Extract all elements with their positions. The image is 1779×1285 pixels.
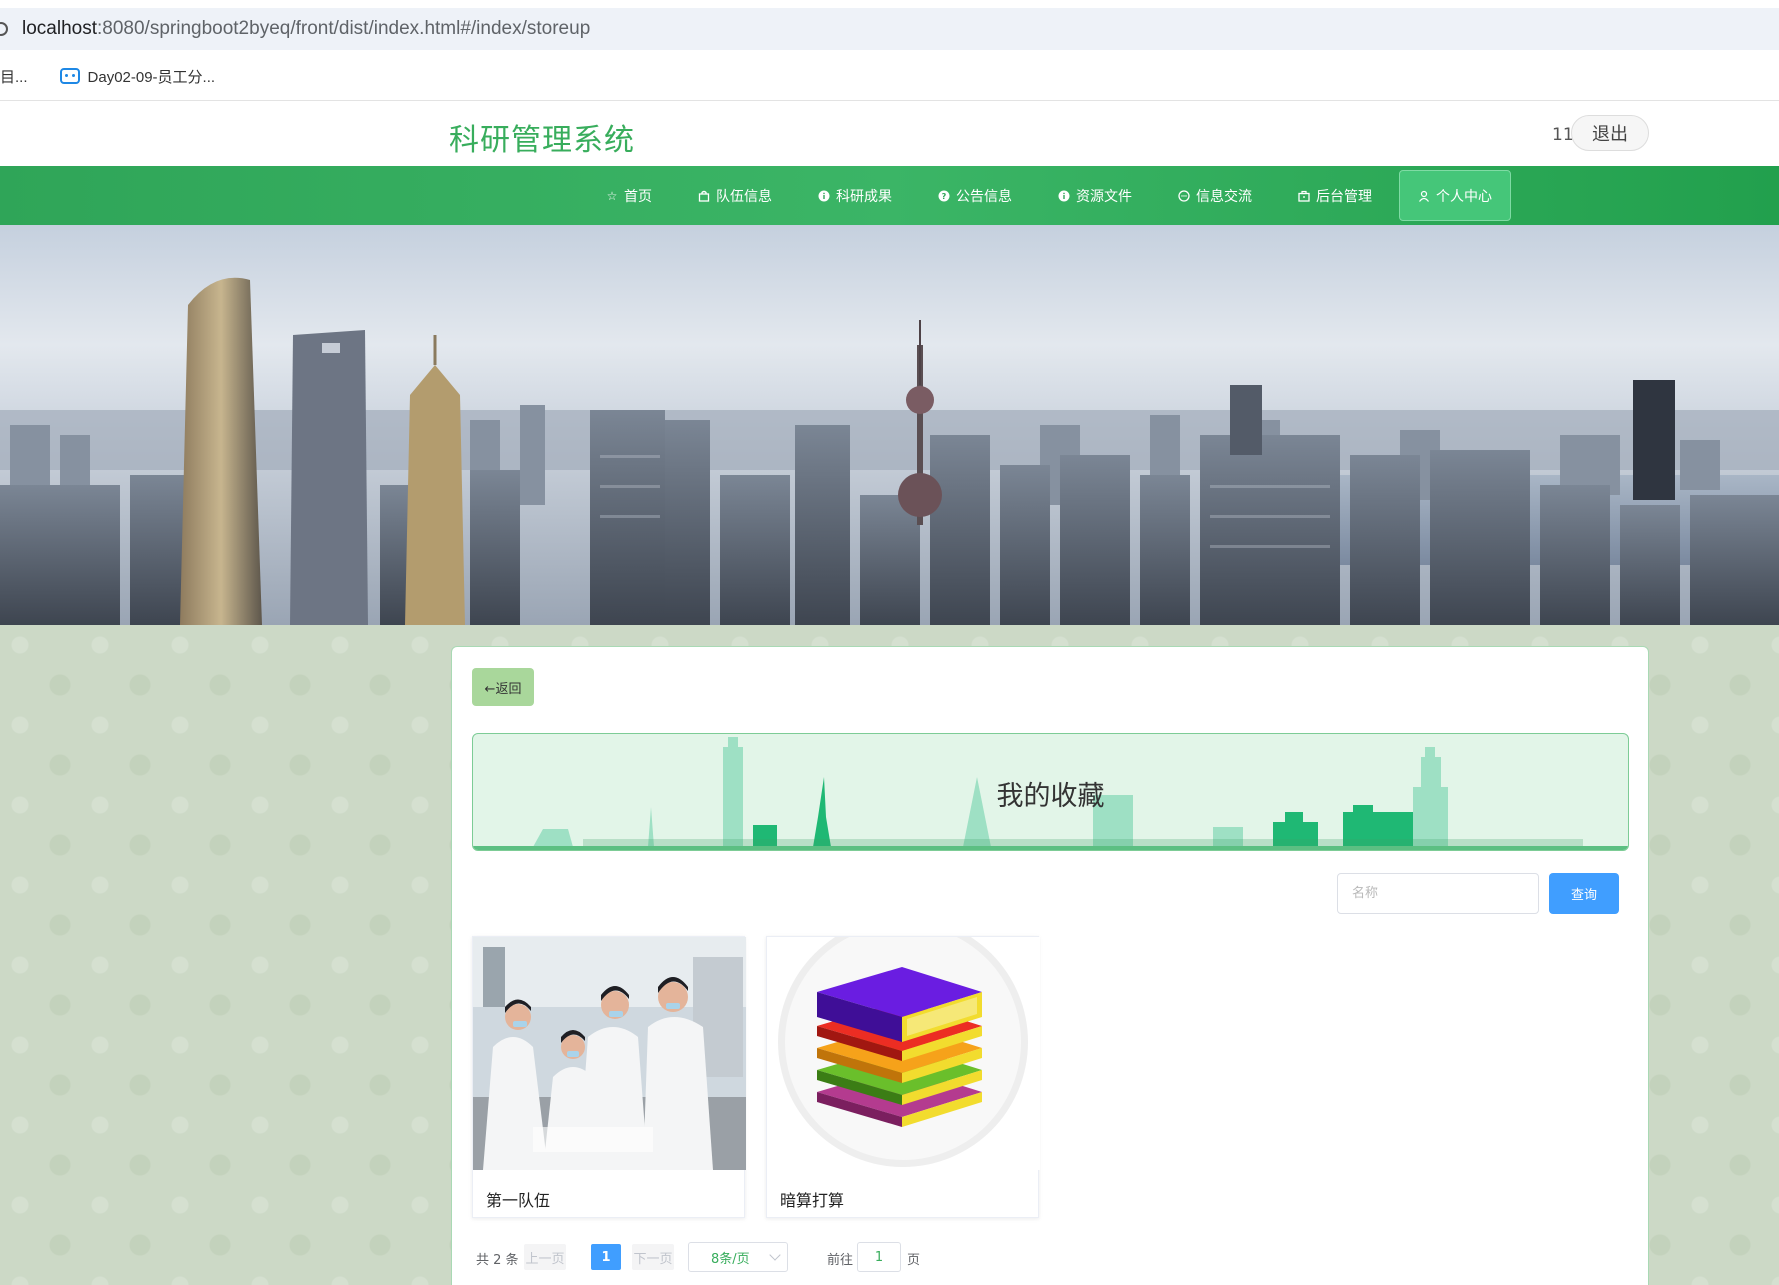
nav-label: 科研成果: [836, 188, 892, 205]
search-button[interactable]: 查询: [1549, 873, 1619, 914]
logout-button[interactable]: 退出: [1571, 115, 1649, 151]
city-skyline-banner: [0, 225, 1779, 625]
search-input[interactable]: [1337, 873, 1539, 914]
url-path: :8080/springboot2byeq/front/dist/index.h…: [97, 18, 591, 39]
question-icon: ?: [938, 190, 950, 202]
main-nav: ☆ 首页 队伍信息 科研成果 ? 公告信息 资源文件 信息交流 后台管理 个人中…: [0, 166, 1779, 225]
lab-team-photo[interactable]: [473, 937, 746, 1170]
site-info-icon[interactable]: [0, 22, 8, 36]
info-icon: [818, 190, 830, 202]
favorite-item-card[interactable]: 第一队伍: [472, 936, 746, 1218]
pagination-total: 共 2 条: [476, 1253, 519, 1268]
page-suffix-label: 页: [907, 1253, 921, 1268]
chevron-down-icon: [769, 1249, 781, 1261]
nav-item-personal-center[interactable]: 个人中心: [1399, 170, 1511, 221]
nav-label: 个人中心: [1436, 188, 1492, 205]
nav-item-team[interactable]: 队伍信息: [698, 166, 772, 225]
pagination: 共 2 条 上一页 1 下一页 8条/页 前往 页: [452, 1242, 1648, 1272]
url-host: localhost: [22, 18, 97, 39]
info-icon: [1058, 190, 1070, 202]
bag-icon: [698, 190, 710, 202]
title-banner-underline: [473, 846, 1628, 850]
bilibili-tv-icon: [59, 68, 80, 84]
bookmark-item[interactable]: Day02-09-员工分...: [59, 66, 216, 87]
page-size-value: 8条/页: [711, 1251, 750, 1267]
title-banner: 我的收藏: [472, 733, 1629, 851]
user-icon: [1418, 190, 1430, 202]
favorite-item-name: 第一队伍: [486, 1191, 551, 1210]
page-title: 我的收藏: [996, 781, 1105, 812]
nav-label: 队伍信息: [716, 188, 772, 205]
page-number-current[interactable]: 1: [591, 1244, 621, 1270]
nav-label: 信息交流: [1196, 188, 1252, 205]
url-text[interactable]: localhost:8080/springboot2byeq/front/dis…: [22, 18, 590, 40]
briefcase-icon: [1298, 190, 1310, 202]
goto-page-input[interactable]: [857, 1242, 901, 1272]
nav-label: 后台管理: [1316, 188, 1372, 205]
nav-item-exchange[interactable]: 信息交流: [1178, 166, 1252, 225]
skyline-illustration: [0, 225, 1779, 625]
app-header: 科研管理系统 11 退出: [0, 101, 1779, 166]
nav-item-research[interactable]: 科研成果: [818, 166, 892, 225]
back-button[interactable]: ←返回: [472, 668, 534, 706]
nav-item-admin[interactable]: 后台管理: [1298, 166, 1372, 225]
nav-label: 首页: [624, 188, 652, 205]
bookmarks-bar: 目... Day02-09-员工分...: [0, 58, 1779, 94]
bookmark-label: Day02-09-员工分...: [87, 68, 216, 86]
page-size-select[interactable]: 8条/页: [688, 1242, 788, 1272]
nav-item-home[interactable]: ☆ 首页: [606, 166, 652, 225]
favorite-item-name: 暗算打算: [780, 1191, 845, 1210]
nav-item-notice[interactable]: ? 公告信息: [938, 166, 1012, 225]
bookmark-item[interactable]: 目...: [0, 66, 28, 87]
nav-label: 资源文件: [1076, 188, 1132, 205]
address-bar[interactable]: localhost:8080/springboot2byeq/front/dis…: [0, 8, 1779, 50]
chat-icon: [1178, 189, 1190, 202]
goto-label: 前往: [827, 1253, 854, 1268]
favorite-item-card[interactable]: 暗算打算: [766, 936, 1040, 1218]
svg-text:?: ?: [942, 192, 947, 201]
next-page-button[interactable]: 下一页: [632, 1244, 674, 1270]
star-icon: ☆: [606, 188, 618, 203]
app-title: 科研管理系统: [449, 123, 635, 158]
storeup-card: ←返回 我的收藏 查询: [451, 646, 1649, 1285]
books-stack-icon[interactable]: [767, 937, 1040, 1170]
nav-label: 公告信息: [956, 188, 1012, 205]
prev-page-button[interactable]: 上一页: [524, 1244, 566, 1270]
nav-item-resources[interactable]: 资源文件: [1058, 166, 1132, 225]
